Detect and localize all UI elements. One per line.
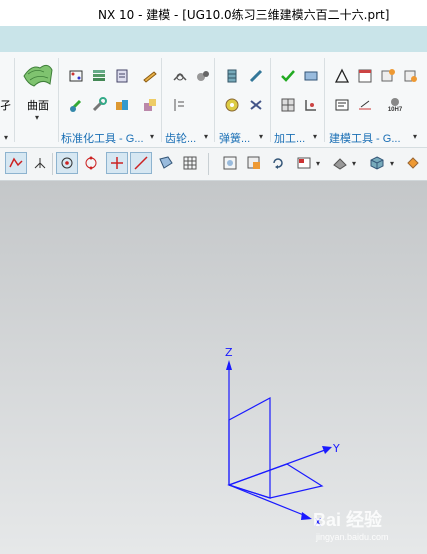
watermark-brand: Bai 经验 — [313, 510, 383, 530]
y-axis-line — [228, 449, 326, 486]
wcs-horizontal-plane — [227, 463, 324, 499]
x-axis-arrow-icon — [301, 512, 312, 520]
y-axis-label: Y — [332, 442, 340, 455]
x-axis-line — [228, 484, 307, 517]
wcs-axes: Z Y X — [225, 346, 340, 529]
watermark-url: jingyan.baidu.com — [316, 532, 389, 542]
y-axis-arrow-icon — [322, 446, 332, 454]
z-axis-arrow-icon — [226, 360, 232, 370]
z-axis-label: Z — [225, 346, 233, 359]
